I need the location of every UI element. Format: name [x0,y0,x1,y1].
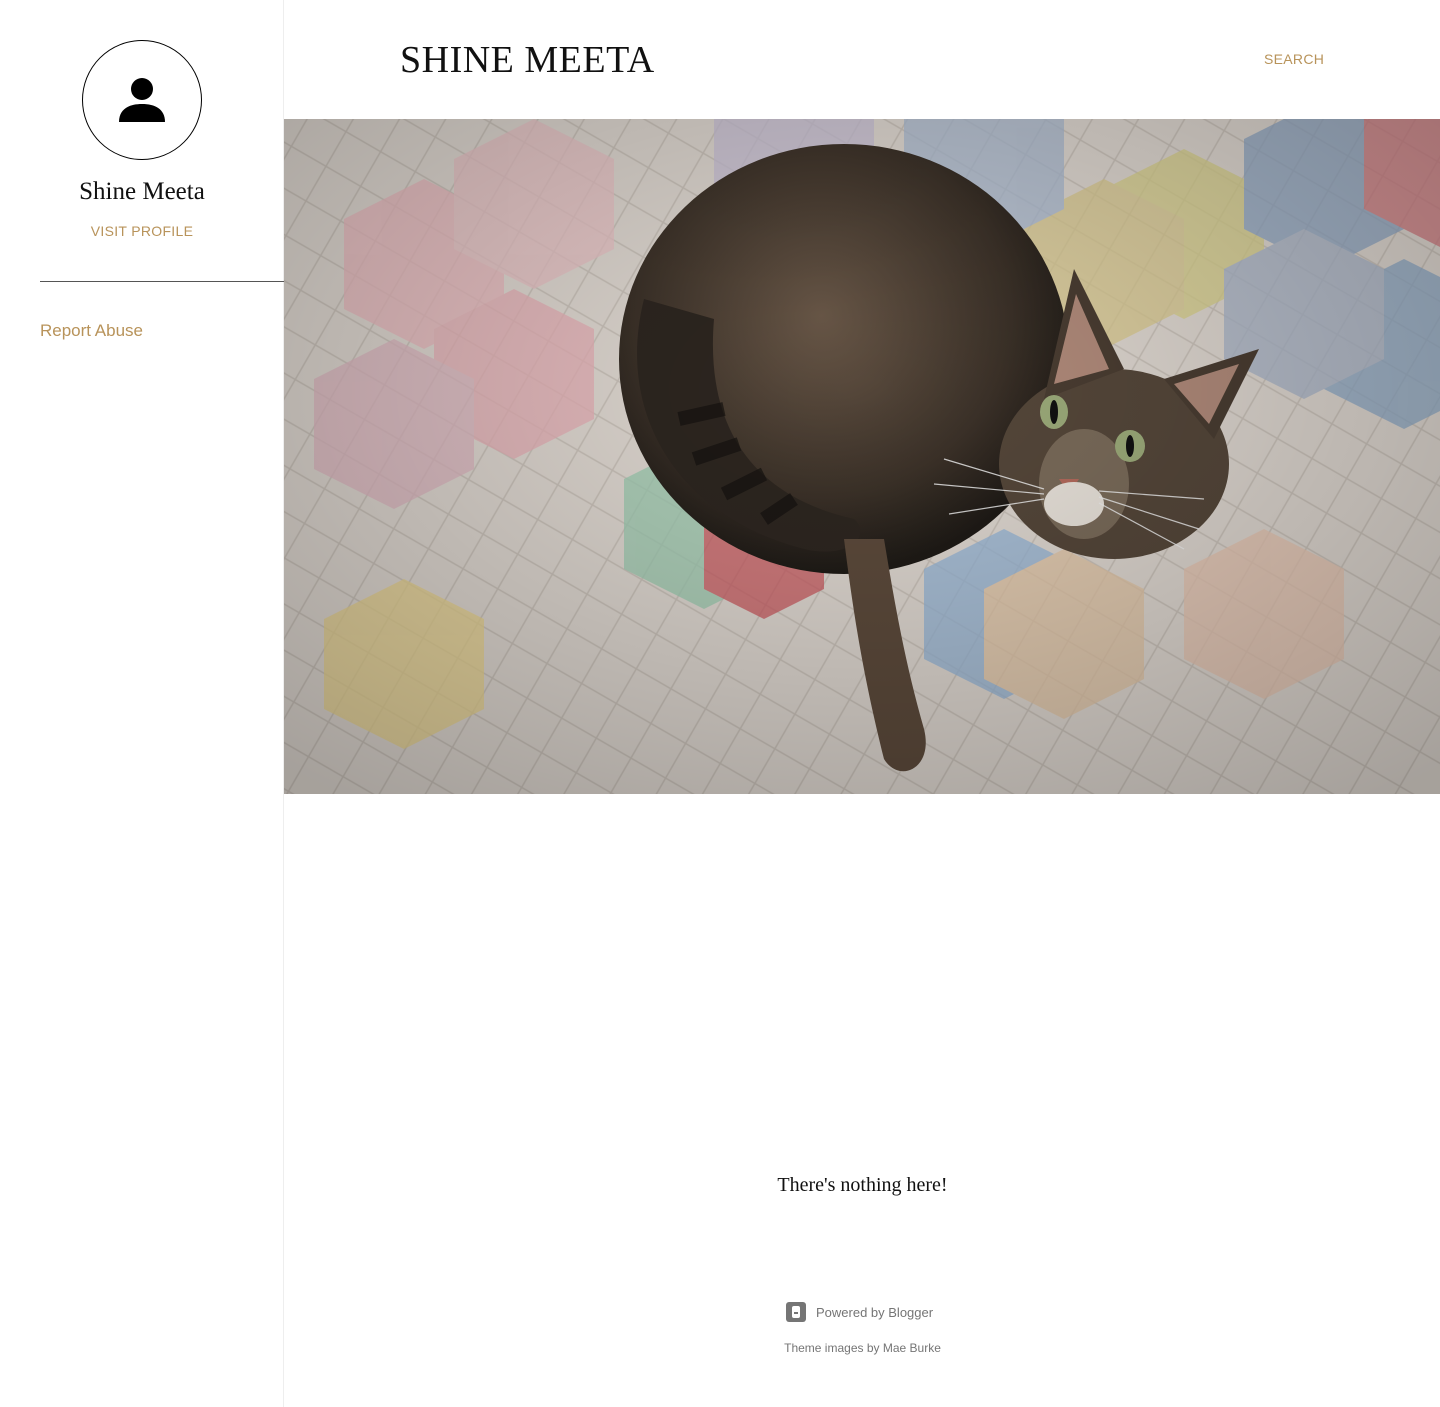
report-abuse-link[interactable]: Report Abuse [40,321,143,341]
search-button[interactable]: SEARCH [1264,51,1324,67]
theme-credit: Theme images by Mae Burke [285,1341,1440,1355]
hero-image [284,119,1440,794]
theme-credit-prefix: Theme images by [784,1341,880,1355]
sidebar: Shine Meeta VISIT PROFILE Report Abuse [0,0,284,1407]
empty-message: There's nothing here! [777,1174,948,1196]
hero-cat-illustration [284,119,1440,794]
theme-credit-author-link[interactable]: Mae Burke [883,1341,941,1355]
powered-by-blogger-link[interactable]: Powered by Blogger [786,1302,933,1322]
sidebar-divider [40,281,284,282]
profile-name: Shine Meeta [79,178,205,205]
visit-profile-link[interactable]: VISIT PROFILE [0,223,284,239]
site-title[interactable]: SHINE MEETA [400,38,655,82]
person-icon [119,78,165,122]
header: SHINE MEETA SEARCH [285,0,1440,119]
avatar[interactable] [82,40,202,160]
blogger-icon [786,1302,806,1322]
powered-by-label: Powered by Blogger [816,1304,934,1320]
